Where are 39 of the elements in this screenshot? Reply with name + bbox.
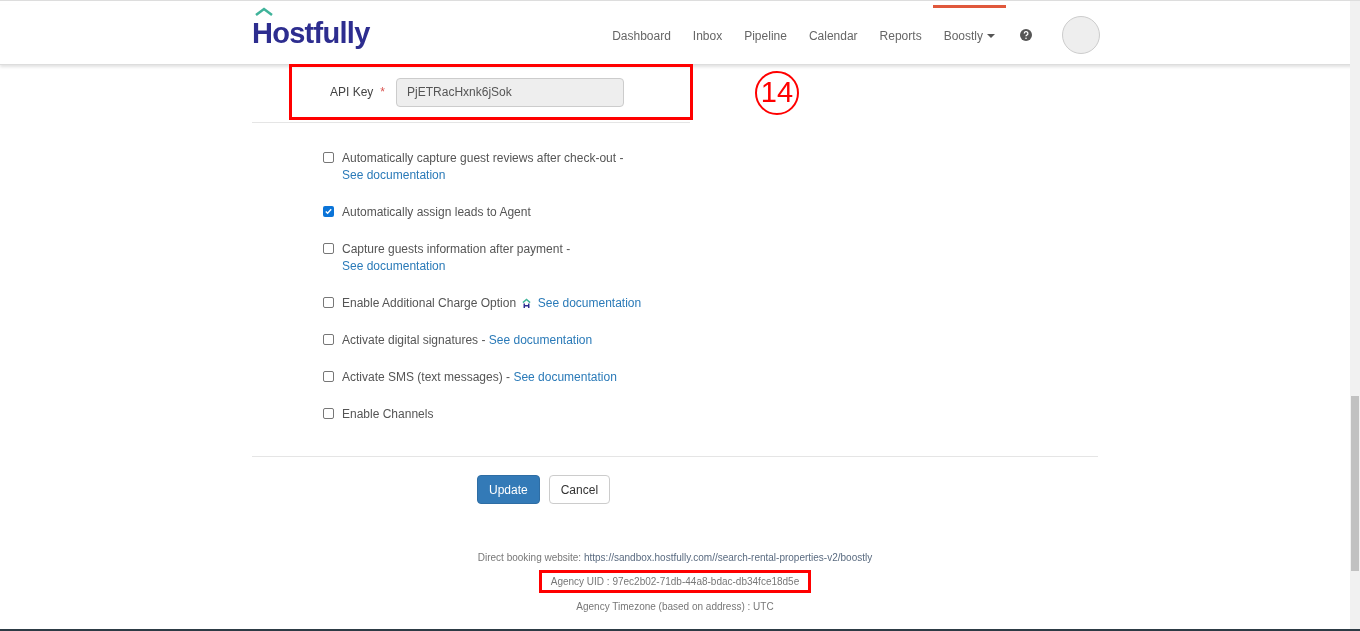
checkbox[interactable] xyxy=(323,243,334,254)
house-icon xyxy=(522,298,532,309)
scrollbar[interactable] xyxy=(1350,1,1360,629)
nav-tab[interactable]: Calendar xyxy=(797,5,869,64)
nav-tab[interactable]: Boostly xyxy=(932,5,1006,64)
checkbox[interactable] xyxy=(323,371,334,382)
checkbox[interactable] xyxy=(323,297,334,308)
option-label: Enable Additional Charge Option See documentation xyxy=(342,295,642,312)
documentation-link[interactable]: See documentation xyxy=(342,168,446,182)
nav-tab[interactable]: Inbox xyxy=(681,5,734,64)
option-label: Enable Channels xyxy=(342,406,434,423)
required-mark: * xyxy=(380,84,386,101)
option-label: Activate SMS (text messages) - See documentation xyxy=(342,369,617,386)
agency-uid-text: Agency UID : 97ec2b02-71db-44a8-bdac-db34fce18d5e xyxy=(550,576,800,587)
nav-tab[interactable]: Pipeline xyxy=(733,5,798,64)
cancel-button[interactable]: Cancel xyxy=(548,475,611,504)
documentation-link[interactable]: See documentation xyxy=(342,259,446,273)
documentation-link[interactable]: See documentation xyxy=(513,370,617,384)
checkbox[interactable] xyxy=(323,408,334,419)
logo-wordmark[interactable]: Hostfully xyxy=(252,17,370,49)
booking-website-link[interactable]: https://sandbox.hostfully.com//search-rental-properties-v2/boostly xyxy=(583,552,873,563)
help-icon[interactable] xyxy=(1020,28,1032,41)
checkbox[interactable] xyxy=(323,152,334,163)
checkbox[interactable] xyxy=(323,334,334,345)
agency-timezone-text: Agency Timezone (based on address) : UTC xyxy=(576,600,774,614)
documentation-link[interactable]: See documentation xyxy=(488,333,593,347)
option-label: Automatically assign leads to Agent xyxy=(342,204,531,221)
option-label: Capture guests information after payment - See documentation xyxy=(342,241,572,275)
option-label: Automatically capture guest reviews after check-out - See documentation xyxy=(342,150,625,184)
step-number-badge: 14 xyxy=(755,70,799,115)
caret-icon xyxy=(987,34,995,38)
documentation-link[interactable]: See documentation xyxy=(537,296,642,310)
booking-website-text: Direct booking website: https://sandbox.hostfully.com//search-rental-properties-v2/boostly xyxy=(477,551,873,565)
nav-tab[interactable]: Reports xyxy=(868,5,933,64)
update-button[interactable]: Update xyxy=(477,475,540,504)
field-label: API Key xyxy=(330,84,374,101)
checkbox[interactable] xyxy=(323,206,334,217)
option-label: Activate digital signatures - See documentation xyxy=(342,332,593,349)
nav-tab[interactable]: Dashboard xyxy=(601,5,682,64)
